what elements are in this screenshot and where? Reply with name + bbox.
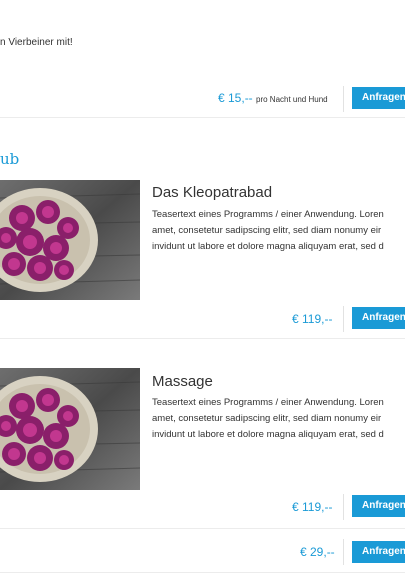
intro-text: n Vierbeiner mit!	[0, 37, 73, 48]
card-price-massage: € 119,--	[292, 500, 333, 514]
card-bottom-rule	[0, 338, 405, 339]
teaser-line: amet, consetetur sadipscing elitr, sed d…	[152, 225, 382, 236]
teaser-line: amet, consetetur sadipscing elitr, sed d…	[152, 413, 382, 424]
card-title-kleopatrabad: Das Kleopatrabad	[152, 184, 273, 201]
footer-divider	[343, 539, 344, 565]
intro-price: € 15,--	[218, 91, 253, 105]
card-bottom-rule	[0, 528, 405, 529]
teaser-line: Teasertext eines Programms / einer Anwen…	[152, 209, 384, 220]
purple-flower-bowl-image	[0, 180, 140, 300]
intro-divider	[343, 86, 344, 112]
intro-request-button[interactable]: Anfragen	[352, 87, 405, 109]
card-teaser-kleopatrabad: Teasertext eines Programms / einer Anwen…	[152, 207, 405, 255]
card-price-kleopatrabad: € 119,--	[292, 312, 333, 326]
card-title-massage: Massage	[152, 373, 213, 390]
purple-flower-bowl-image	[0, 368, 140, 490]
section-heading: ub	[0, 150, 20, 168]
card-divider	[343, 494, 344, 520]
intro-bottom-rule	[0, 117, 405, 118]
teaser-line: invidunt ut labore et dolore magna aliqu…	[152, 429, 384, 440]
teaser-line: Teasertext eines Programms / einer Anwen…	[152, 397, 384, 408]
footer-bottom-rule	[0, 572, 405, 573]
request-button-kleopatrabad[interactable]: Anfragen	[352, 307, 405, 329]
teaser-line: invidunt ut labore et dolore magna aliqu…	[152, 241, 384, 252]
intro-price-note: pro Nacht und Hund	[256, 95, 328, 104]
footer-request-button[interactable]: Anfragen	[352, 541, 405, 563]
card-image-massage	[0, 368, 140, 490]
request-button-massage[interactable]: Anfragen	[352, 495, 405, 517]
card-divider	[343, 306, 344, 332]
card-image-kleopatrabad	[0, 180, 140, 300]
footer-price: € 29,--	[300, 545, 335, 559]
card-teaser-massage: Teasertext eines Programms / einer Anwen…	[152, 395, 405, 443]
